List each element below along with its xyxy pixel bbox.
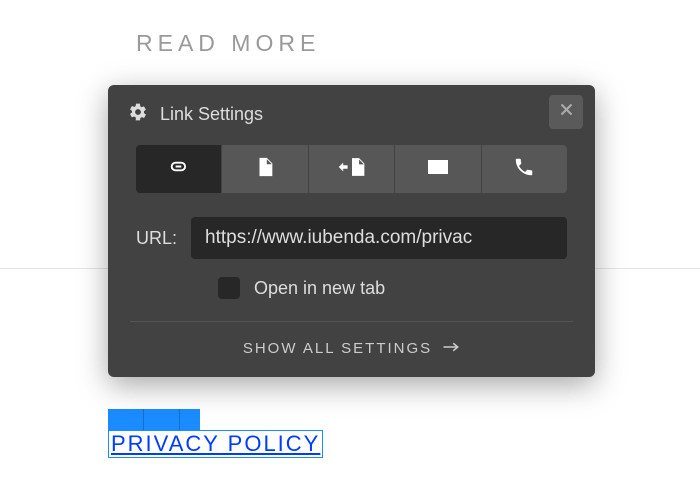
- toolbar-segment[interactable]: [108, 409, 144, 430]
- popup-header: Link Settings: [108, 85, 595, 145]
- arrow-right-icon: [442, 340, 460, 357]
- url-input[interactable]: [191, 217, 567, 259]
- show-all-settings-button[interactable]: SHOW ALL SETTINGS: [108, 322, 595, 377]
- tab-anchor[interactable]: [309, 145, 395, 193]
- close-button[interactable]: [549, 95, 583, 129]
- selection-toolbar: [108, 409, 200, 430]
- toolbar-segment[interactable]: [144, 409, 180, 430]
- open-new-tab-checkbox[interactable]: [218, 277, 240, 299]
- popup-title: Link Settings: [160, 104, 263, 125]
- phone-icon: [513, 156, 535, 183]
- read-more-label: READ MORE: [136, 30, 320, 57]
- close-icon: [559, 102, 574, 122]
- privacy-policy-link[interactable]: PRIVACY POLICY: [108, 430, 323, 458]
- open-new-tab-label: Open in new tab: [254, 278, 385, 299]
- link-settings-popup: Link Settings: [108, 85, 595, 377]
- tab-phone[interactable]: [482, 145, 567, 193]
- link-icon: [167, 155, 190, 183]
- tab-email[interactable]: [395, 145, 481, 193]
- tab-page[interactable]: [222, 145, 308, 193]
- show-all-label: SHOW ALL SETTINGS: [243, 340, 432, 357]
- gear-icon: [128, 102, 148, 127]
- toolbar-segment[interactable]: [180, 409, 200, 430]
- email-icon: [426, 155, 450, 184]
- open-new-tab-row: Open in new tab: [136, 277, 567, 299]
- url-label: URL:: [136, 228, 177, 249]
- link-type-tabs: [136, 145, 567, 193]
- page-icon: [254, 156, 276, 183]
- anchor-link-icon: [337, 156, 367, 183]
- tab-url[interactable]: [136, 145, 222, 193]
- url-field-row: URL:: [136, 217, 567, 259]
